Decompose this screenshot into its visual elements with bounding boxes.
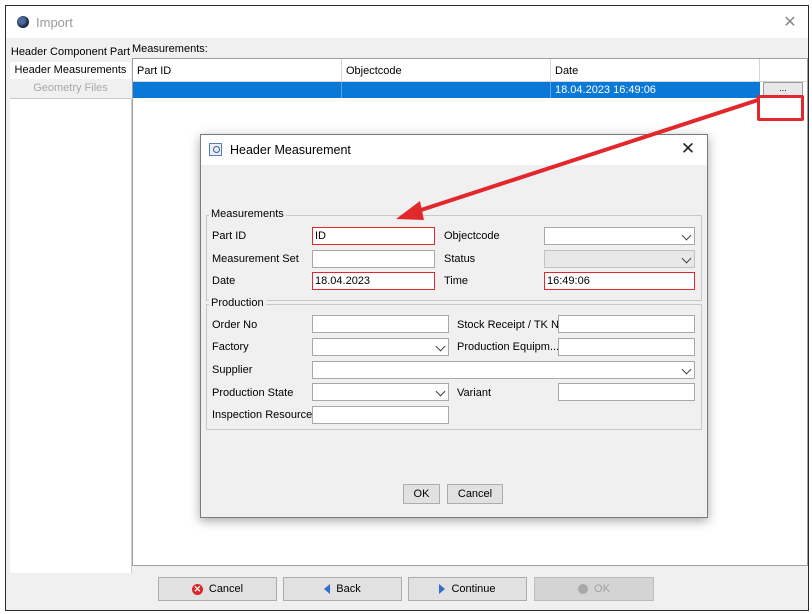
annotation-arrow-head (396, 201, 424, 220)
annotation-arrow-line (416, 98, 760, 213)
annotation-arrow (396, 98, 760, 220)
